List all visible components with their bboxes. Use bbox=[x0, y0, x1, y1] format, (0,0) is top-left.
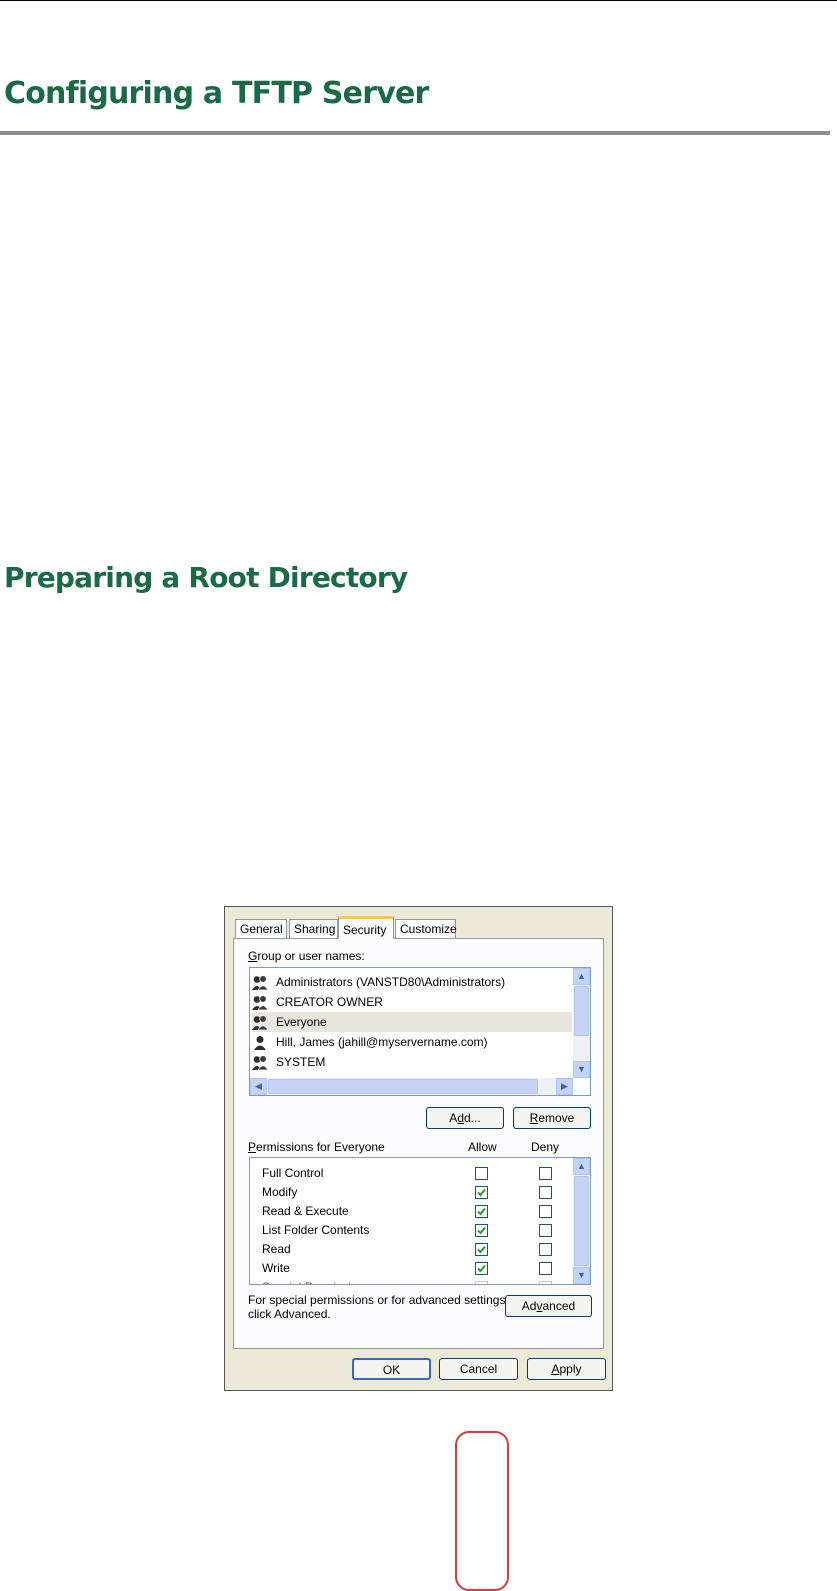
allow-modify-checkbox[interactable] bbox=[475, 1186, 488, 1199]
check-icon bbox=[477, 1226, 486, 1235]
scroll-down-icon[interactable]: ▼ bbox=[573, 1061, 590, 1078]
permissions-list: Full Control Modify Read & Execute List … bbox=[249, 1157, 591, 1285]
user-name: CREATOR OWNER bbox=[276, 995, 383, 1009]
permission-label: List Folder Contents bbox=[262, 1223, 370, 1237]
section-heading: Preparing a Root Directory bbox=[4, 561, 408, 594]
security-panel: Group or user names: Administrators (VAN… bbox=[233, 938, 604, 1349]
scroll-thumb[interactable] bbox=[268, 1079, 538, 1094]
tab-general[interactable]: General bbox=[235, 919, 287, 938]
scroll-thumb[interactable] bbox=[574, 1176, 589, 1266]
tab-sharing[interactable]: Sharing bbox=[289, 919, 338, 938]
remove-button[interactable]: Remove bbox=[513, 1107, 591, 1129]
apply-button[interactable]: Apply bbox=[527, 1358, 606, 1380]
deny-full-control-checkbox[interactable] bbox=[539, 1167, 552, 1180]
allow-full-control-checkbox[interactable] bbox=[475, 1167, 488, 1180]
page-heading: Configuring a TFTP Server bbox=[4, 76, 429, 111]
deny-header: Deny bbox=[531, 1140, 560, 1154]
advanced-button[interactable]: Advanced bbox=[505, 1295, 592, 1317]
allow-special-permissions-checkbox bbox=[475, 1281, 488, 1284]
permission-label: Write bbox=[262, 1261, 290, 1275]
deny-list-folder-contents-checkbox[interactable] bbox=[539, 1224, 552, 1237]
tab-security[interactable]: Security bbox=[338, 916, 394, 939]
permission-label: Modify bbox=[262, 1185, 298, 1199]
user-name: Hill, James (jahill@myservername.com) bbox=[276, 1035, 488, 1049]
user-name: SYSTEM bbox=[276, 1055, 326, 1069]
scroll-thumb[interactable] bbox=[574, 986, 589, 1036]
scroll-up-icon[interactable]: ▲ bbox=[573, 968, 590, 985]
check-icon bbox=[477, 1207, 486, 1216]
group-label: Group or user names: bbox=[248, 949, 365, 963]
tab-customize[interactable]: Customize bbox=[395, 919, 457, 938]
check-icon bbox=[477, 1188, 486, 1197]
deny-modify-checkbox[interactable] bbox=[539, 1186, 552, 1199]
scroll-right-icon[interactable]: ▶ bbox=[556, 1078, 573, 1095]
list-item[interactable]: Administrators (VANSTD80\Administrators) bbox=[252, 972, 572, 992]
deny-special-permissions-checkbox bbox=[539, 1281, 552, 1284]
group-icon bbox=[252, 995, 268, 1010]
check-icon bbox=[477, 1264, 486, 1273]
add-button[interactable]: Add... bbox=[426, 1107, 504, 1129]
allow-read-checkbox[interactable] bbox=[475, 1243, 488, 1256]
properties-dialog: General Sharing Security Customize Group… bbox=[224, 906, 613, 1591]
heading-rule bbox=[0, 131, 830, 135]
allow-list-folder-contents-checkbox[interactable] bbox=[475, 1224, 488, 1237]
allow-column-highlight-ring bbox=[455, 1431, 509, 1591]
scroll-left-icon[interactable]: ◀ bbox=[250, 1078, 267, 1095]
group-icon bbox=[252, 1015, 268, 1030]
permissions-label: Permissions for Everyone bbox=[248, 1140, 385, 1154]
deny-read-checkbox[interactable] bbox=[539, 1243, 552, 1256]
deny-read-execute-checkbox[interactable] bbox=[539, 1205, 552, 1218]
scroll-down-icon[interactable]: ▼ bbox=[573, 1267, 590, 1284]
user-list[interactable]: Administrators (VANSTD80\Administrators)… bbox=[249, 967, 591, 1096]
user-icon bbox=[254, 1036, 266, 1050]
user-name: Administrators (VANSTD80\Administrators) bbox=[276, 975, 506, 989]
user-list-vertical-scrollbar[interactable]: ▲ ▼ bbox=[573, 968, 590, 1078]
permission-label: Special Permissions bbox=[262, 1277, 370, 1284]
allow-header: Allow bbox=[468, 1140, 497, 1154]
allow-write-checkbox[interactable] bbox=[475, 1262, 488, 1275]
user-list-horizontal-scrollbar[interactable]: ◀ ▶ bbox=[250, 1078, 573, 1095]
allow-read-execute-checkbox[interactable] bbox=[475, 1205, 488, 1218]
user-name: Everyone bbox=[276, 1015, 327, 1029]
list-item-selected[interactable]: Everyone bbox=[252, 1012, 572, 1032]
permission-label: Read bbox=[262, 1242, 291, 1256]
permission-label: Full Control bbox=[262, 1166, 324, 1180]
check-icon bbox=[477, 1245, 486, 1254]
advanced-hint-line2: click Advanced. bbox=[248, 1307, 331, 1321]
ok-button[interactable]: OK bbox=[352, 1358, 431, 1380]
scroll-up-icon[interactable]: ▲ bbox=[573, 1158, 590, 1175]
permission-label: Read & Execute bbox=[262, 1204, 349, 1218]
cancel-button[interactable]: Cancel bbox=[439, 1358, 518, 1380]
top-rule bbox=[0, 0, 837, 1]
deny-write-checkbox[interactable] bbox=[539, 1262, 552, 1275]
group-icon bbox=[252, 1055, 268, 1070]
permissions-vertical-scrollbar[interactable]: ▲ ▼ bbox=[573, 1158, 590, 1284]
group-icon bbox=[252, 975, 268, 990]
advanced-hint-line1: For special permissions or for advanced … bbox=[248, 1293, 509, 1307]
